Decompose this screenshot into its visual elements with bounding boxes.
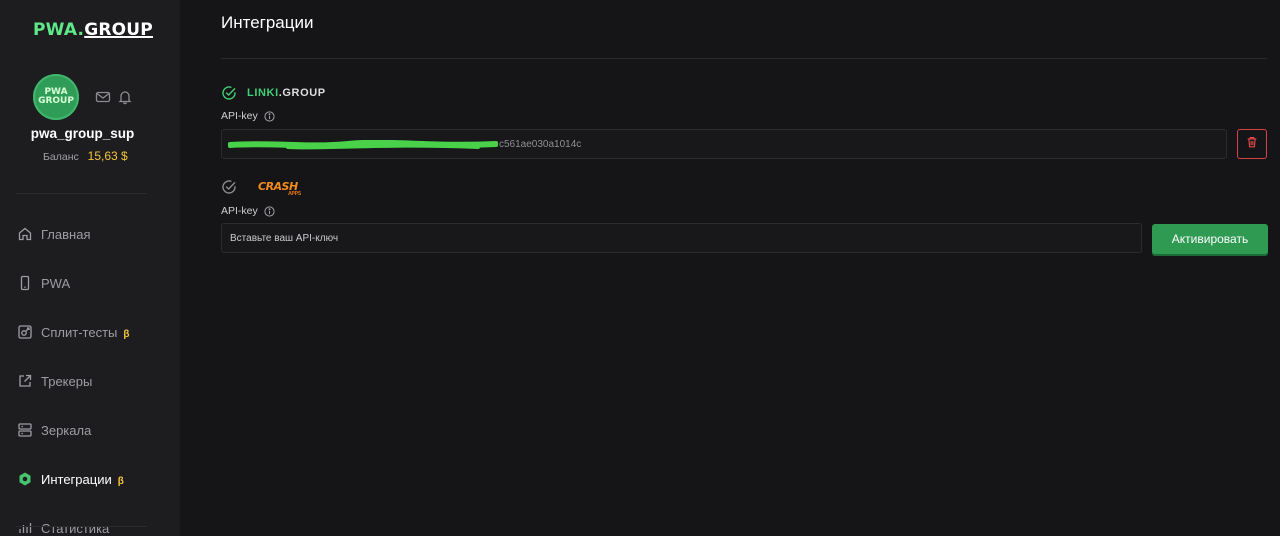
- sidebar-item-label: Сплит-тесты: [41, 324, 118, 340]
- crash-apps-logo: CRASH APPS: [258, 180, 310, 197]
- info-icon[interactable]: [264, 205, 275, 217]
- field-label-text: API-key: [221, 110, 258, 122]
- sidebar-item-label: PWA: [41, 275, 71, 291]
- sidebar-item-integrations[interactable]: Интеграции β: [0, 461, 180, 497]
- integrations-icon: [17, 471, 33, 487]
- sidebar-item-mirrors[interactable]: Зеркала: [0, 412, 180, 448]
- avatar[interactable]: PWA GROUP: [33, 74, 79, 120]
- avatar-text-bottom: GROUP: [38, 96, 74, 106]
- check-circle-icon: [221, 179, 237, 195]
- mail-icon[interactable]: [95, 89, 111, 105]
- api-key-label: API-key: [221, 110, 275, 122]
- sidebar-item-label: Зеркала: [41, 422, 92, 438]
- page-title: Интеграции: [221, 13, 314, 32]
- balance: Баланс 15,63 $: [43, 149, 128, 163]
- title-divider: [221, 58, 1267, 59]
- field-label-text: API-key: [221, 205, 258, 217]
- logo-text-left: PWA: [33, 20, 78, 40]
- phone-icon: [17, 275, 33, 291]
- sidebar-divider: [16, 193, 147, 194]
- info-icon[interactable]: [264, 110, 275, 122]
- api-key-label: API-key: [221, 205, 275, 217]
- trash-icon: [1245, 135, 1259, 154]
- linki-group-logo: LINKI.GROUP: [247, 87, 326, 99]
- crash-logo-subtext: APPS: [288, 191, 301, 197]
- sidebar-bottom-divider: [16, 526, 147, 527]
- bell-icon[interactable]: [117, 89, 133, 105]
- balance-label: Баланс: [43, 151, 79, 163]
- sidebar-item-label: Трекеры: [41, 373, 93, 389]
- username: pwa_group_sup: [30, 126, 135, 141]
- sidebar-item-statistics[interactable]: Статистика: [0, 510, 180, 536]
- sidebar-item-trackers[interactable]: Трекеры: [0, 363, 180, 399]
- chart-icon: [17, 520, 33, 536]
- logo-text-right: GROUP: [84, 20, 153, 40]
- balance-value: 15,63 $: [87, 149, 128, 163]
- home-icon: [17, 226, 33, 242]
- api-key-input[interactable]: Вставьте ваш API-ключ: [221, 223, 1142, 253]
- beta-badge: β: [123, 328, 130, 340]
- share-icon: [17, 373, 33, 389]
- redaction-mark: [228, 140, 498, 150]
- sidebar-item-label: Статистика: [41, 520, 110, 536]
- beta-badge: β: [117, 475, 124, 487]
- server-icon: [17, 422, 33, 438]
- sidebar-item-home[interactable]: Главная: [0, 216, 180, 252]
- sidebar-item-pwa[interactable]: PWA: [0, 265, 180, 301]
- delete-button[interactable]: [1237, 129, 1267, 159]
- api-key-input[interactable]: c561ae030a1014c: [221, 129, 1227, 159]
- main-content: Интеграции LINKI.GROUP API-key c561ae030…: [180, 0, 1280, 536]
- linki-logo-rest: .GROUP: [278, 87, 326, 99]
- split-icon: [17, 324, 33, 340]
- sidebar: PWA.GROUP PWA GROUP pwa_group_sup Баланс…: [0, 0, 180, 536]
- linki-logo-accent: LINKI: [247, 87, 279, 99]
- sidebar-item-label: Интеграции: [41, 471, 112, 487]
- check-circle-icon: [221, 85, 237, 101]
- sidebar-item-split-tests[interactable]: Сплит-тесты β: [0, 314, 180, 350]
- api-key-value: c561ae030a1014c: [499, 139, 582, 150]
- sidebar-item-label: Главная: [41, 226, 91, 242]
- pwa-group-logo[interactable]: PWA.GROUP: [33, 20, 153, 40]
- activate-button[interactable]: Активировать: [1152, 224, 1268, 254]
